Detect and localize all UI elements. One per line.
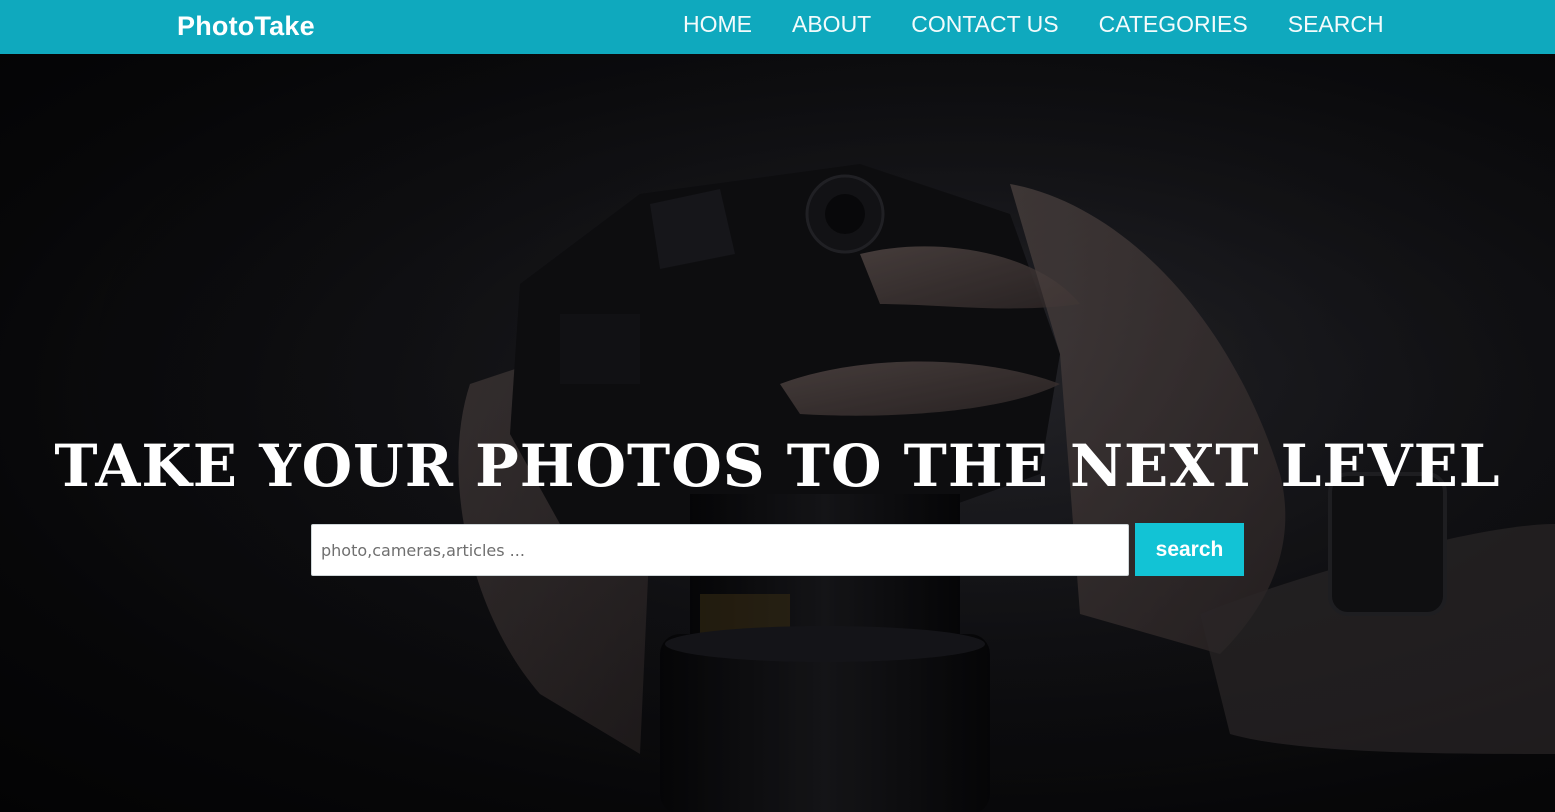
hero-headline: TAKE YOUR PHOTOS TO THE NEXT LEVEL xyxy=(54,432,1501,500)
hero-section: TAKE YOUR PHOTOS TO THE NEXT LEVEL searc… xyxy=(0,54,1555,812)
nav-link-home[interactable]: HOME xyxy=(683,11,752,38)
top-navbar: PhotoTake HOME ABOUT CONTACT US CATEGORI… xyxy=(0,0,1555,54)
search-input[interactable] xyxy=(311,524,1129,576)
nav-link-contact-us[interactable]: CONTACT US xyxy=(911,11,1058,38)
nav-link-categories[interactable]: CATEGORIES xyxy=(1099,11,1248,38)
nav-menu: HOME ABOUT CONTACT US CATEGORIES SEARCH xyxy=(683,11,1384,38)
nav-link-search[interactable]: SEARCH xyxy=(1288,11,1384,38)
nav-link-about[interactable]: ABOUT xyxy=(792,11,871,38)
search-button[interactable]: search xyxy=(1135,523,1244,576)
brand-logo[interactable]: PhotoTake xyxy=(177,11,315,42)
